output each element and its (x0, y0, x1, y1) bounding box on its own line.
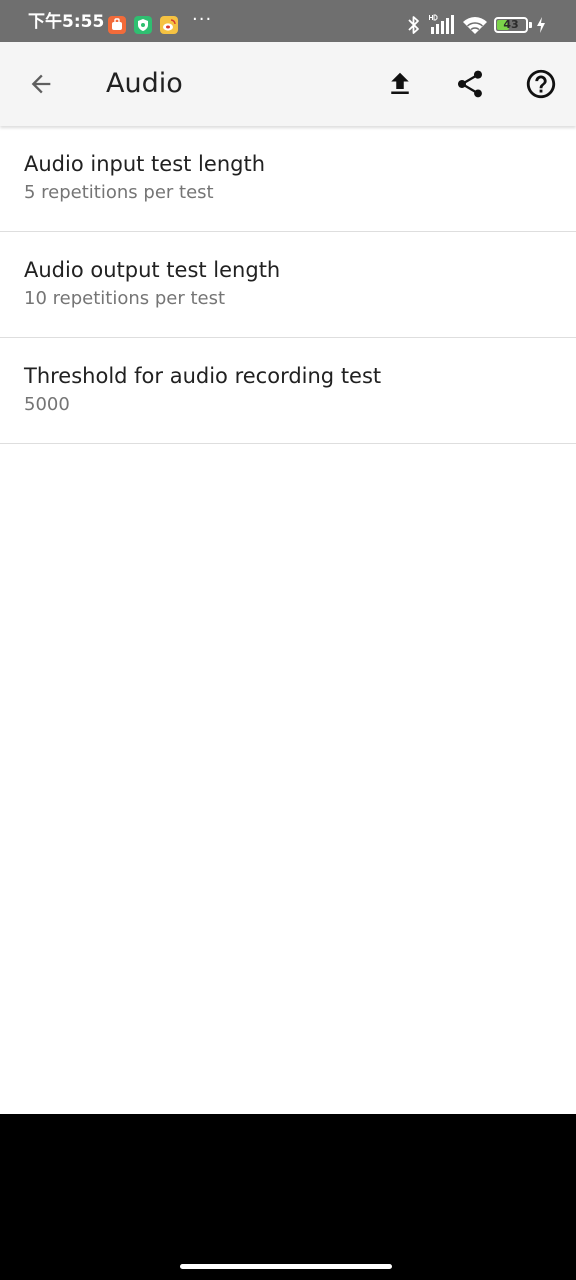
navigation-bar (0, 1114, 576, 1280)
battery-cap (529, 22, 532, 28)
upload-button[interactable] (378, 62, 422, 106)
shield-app-icon (134, 16, 152, 34)
pref-title: Audio input test length (24, 152, 265, 176)
pref-audio-output-test-length[interactable]: Audio output test length 10 repetitions … (0, 232, 576, 338)
pref-summary: 5000 (24, 394, 70, 415)
upload-icon (391, 72, 409, 94)
more-notifications-icon: ··· (192, 9, 213, 30)
battery-level: 43 (503, 18, 519, 31)
back-button[interactable] (19, 62, 63, 106)
status-bar: 下午5:55 ··· 43 (0, 0, 576, 42)
pref-title: Threshold for audio recording test (24, 364, 382, 388)
wifi-icon (461, 14, 489, 40)
pref-summary: 10 repetitions per test (24, 288, 226, 309)
pref-summary: 5 repetitions per test (24, 182, 214, 203)
share-button[interactable] (448, 62, 492, 106)
pref-audio-recording-threshold[interactable]: Threshold for audio recording test 5000 (0, 338, 576, 444)
battery-icon: 43 (494, 17, 528, 33)
pref-title: Audio output test length (24, 258, 281, 282)
app-notification-icon (108, 16, 126, 34)
help-icon (526, 69, 556, 99)
share-icon (458, 70, 482, 98)
status-time: 下午5:55 (28, 12, 105, 32)
settings-list: Audio input test length 5 repetitions pe… (0, 126, 576, 444)
weibo-icon (160, 16, 178, 34)
home-indicator[interactable] (180, 1264, 392, 1269)
page-title: Audio (106, 68, 183, 99)
charging-icon (535, 16, 547, 38)
hd-signal-icon (428, 14, 456, 40)
pref-audio-input-test-length[interactable]: Audio input test length 5 repetitions pe… (0, 126, 576, 232)
back-arrow-icon (31, 74, 51, 94)
bluetooth-icon (406, 14, 422, 40)
help-button[interactable] (519, 62, 563, 106)
app-bar: Audio (0, 42, 576, 126)
